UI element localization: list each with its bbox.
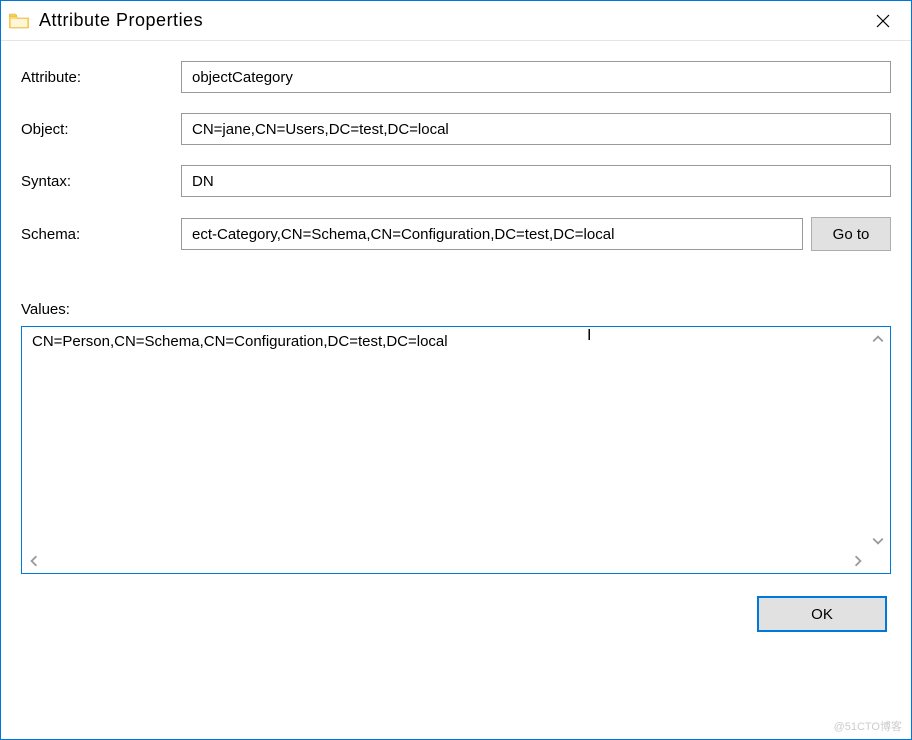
schema-label: Schema: (21, 226, 181, 243)
folder-icon (9, 11, 29, 31)
object-row: Object: CN=jane,CN=Users,DC=test,DC=loca… (21, 113, 891, 145)
object-label: Object: (21, 121, 181, 138)
dialog-content: Attribute: objectCategory Object: CN=jan… (1, 41, 911, 739)
scroll-up-icon[interactable] (870, 331, 886, 347)
attribute-label: Attribute: (21, 69, 181, 86)
dialog-window: Attribute Properties Attribute: objectCa… (0, 0, 912, 740)
button-row: OK (21, 596, 891, 632)
watermark-text: @51CTO博客 (834, 718, 902, 734)
text-cursor-icon: I (587, 327, 591, 345)
attribute-field: objectCategory (181, 61, 891, 93)
ok-button[interactable]: OK (757, 596, 887, 632)
scroll-left-icon[interactable] (26, 553, 42, 569)
values-textarea[interactable]: CN=Person,CN=Schema,CN=Configuration,DC=… (21, 326, 891, 574)
scroll-down-icon[interactable] (870, 533, 886, 549)
close-button[interactable] (863, 1, 903, 41)
syntax-label: Syntax: (21, 173, 181, 190)
schema-row: Schema: ect-Category,CN=Schema,CN=Config… (21, 217, 891, 251)
object-field: CN=jane,CN=Users,DC=test,DC=local (181, 113, 891, 145)
goto-button[interactable]: Go to (811, 217, 891, 251)
scroll-right-icon[interactable] (850, 553, 866, 569)
attribute-row: Attribute: objectCategory (21, 61, 891, 93)
values-label: Values: (21, 301, 891, 318)
values-content: CN=Person,CN=Schema,CN=Configuration,DC=… (32, 333, 448, 350)
titlebar: Attribute Properties (1, 1, 911, 41)
schema-field: ect-Category,CN=Schema,CN=Configuration,… (181, 218, 803, 250)
syntax-row: Syntax: DN (21, 165, 891, 197)
window-title: Attribute Properties (39, 10, 863, 31)
syntax-field: DN (181, 165, 891, 197)
close-icon (876, 14, 890, 28)
